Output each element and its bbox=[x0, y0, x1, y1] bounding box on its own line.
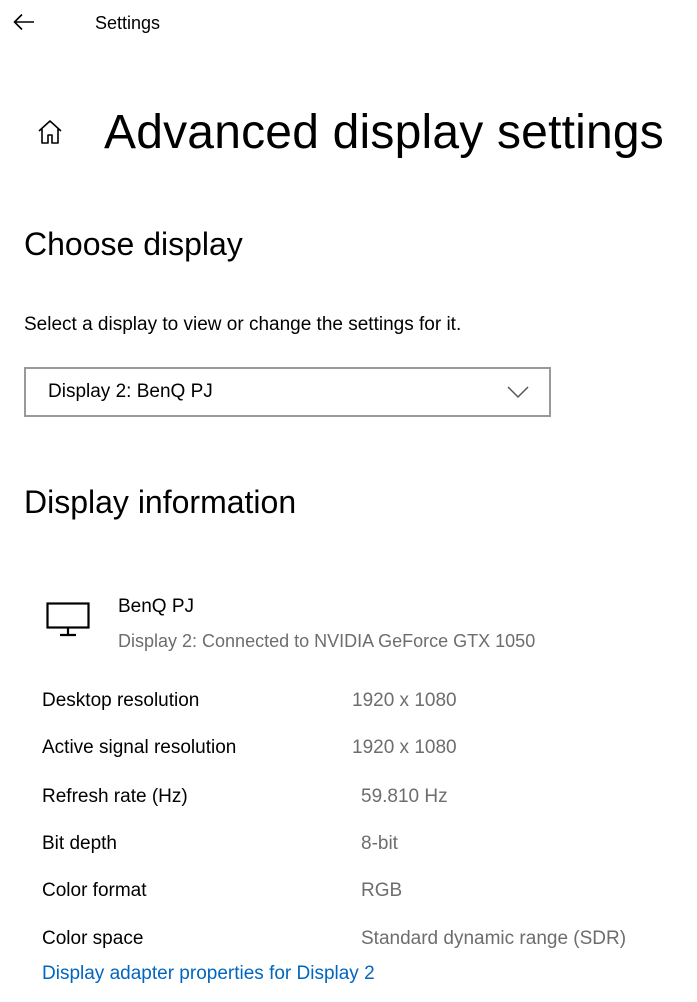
app-title: Settings bbox=[95, 13, 161, 33]
page-title: Advanced display settings bbox=[104, 105, 664, 159]
info-row-refresh-rate: Refresh rate (Hz) 59.810 Hz bbox=[42, 786, 697, 816]
monitor-connection: Display 2: Connected to NVIDIA GeForce G… bbox=[118, 631, 536, 651]
page-header: Advanced display settings bbox=[30, 92, 664, 172]
info-value: 59.810 Hz bbox=[361, 786, 448, 807]
display-select-dropdown[interactable]: Display 2: BenQ PJ bbox=[24, 367, 551, 417]
info-row-bit-depth: Bit depth 8-bit bbox=[42, 833, 697, 863]
info-row-color-format: Color format RGB bbox=[42, 880, 697, 910]
choose-display-description: Select a display to view or change the s… bbox=[24, 314, 462, 335]
info-label: Active signal resolution bbox=[42, 737, 237, 758]
info-value: 8-bit bbox=[361, 833, 398, 854]
display-adapter-properties-link[interactable]: Display adapter properties for Display 2 bbox=[42, 963, 375, 985]
monitor-name: BenQ PJ bbox=[118, 596, 195, 617]
info-value: RGB bbox=[361, 880, 403, 901]
info-label: Desktop resolution bbox=[42, 690, 200, 711]
back-button[interactable] bbox=[8, 8, 40, 36]
monitor-icon bbox=[46, 602, 90, 637]
info-value: Standard dynamic range (SDR) bbox=[361, 928, 627, 949]
info-label: Refresh rate (Hz) bbox=[42, 786, 188, 807]
info-label: Bit depth bbox=[42, 833, 117, 854]
info-label: Color format bbox=[42, 880, 147, 901]
chevron-down-icon bbox=[507, 386, 529, 399]
title-bar: Settings bbox=[0, 0, 697, 48]
info-label: Color space bbox=[42, 928, 144, 949]
info-value: 1920 x 1080 bbox=[352, 690, 457, 711]
home-icon[interactable] bbox=[30, 112, 70, 152]
info-row-active-signal-resolution: Active signal resolution 1920 x 1080 bbox=[42, 737, 697, 767]
info-row-color-space: Color space Standard dynamic range (SDR) bbox=[42, 928, 697, 958]
display-select-value: Display 2: BenQ PJ bbox=[48, 381, 213, 402]
choose-display-heading: Choose display bbox=[24, 226, 243, 262]
info-row-desktop-resolution: Desktop resolution 1920 x 1080 bbox=[42, 690, 697, 720]
info-value: 1920 x 1080 bbox=[352, 737, 457, 758]
display-information-heading: Display information bbox=[24, 484, 297, 520]
back-arrow-icon bbox=[13, 13, 34, 31]
